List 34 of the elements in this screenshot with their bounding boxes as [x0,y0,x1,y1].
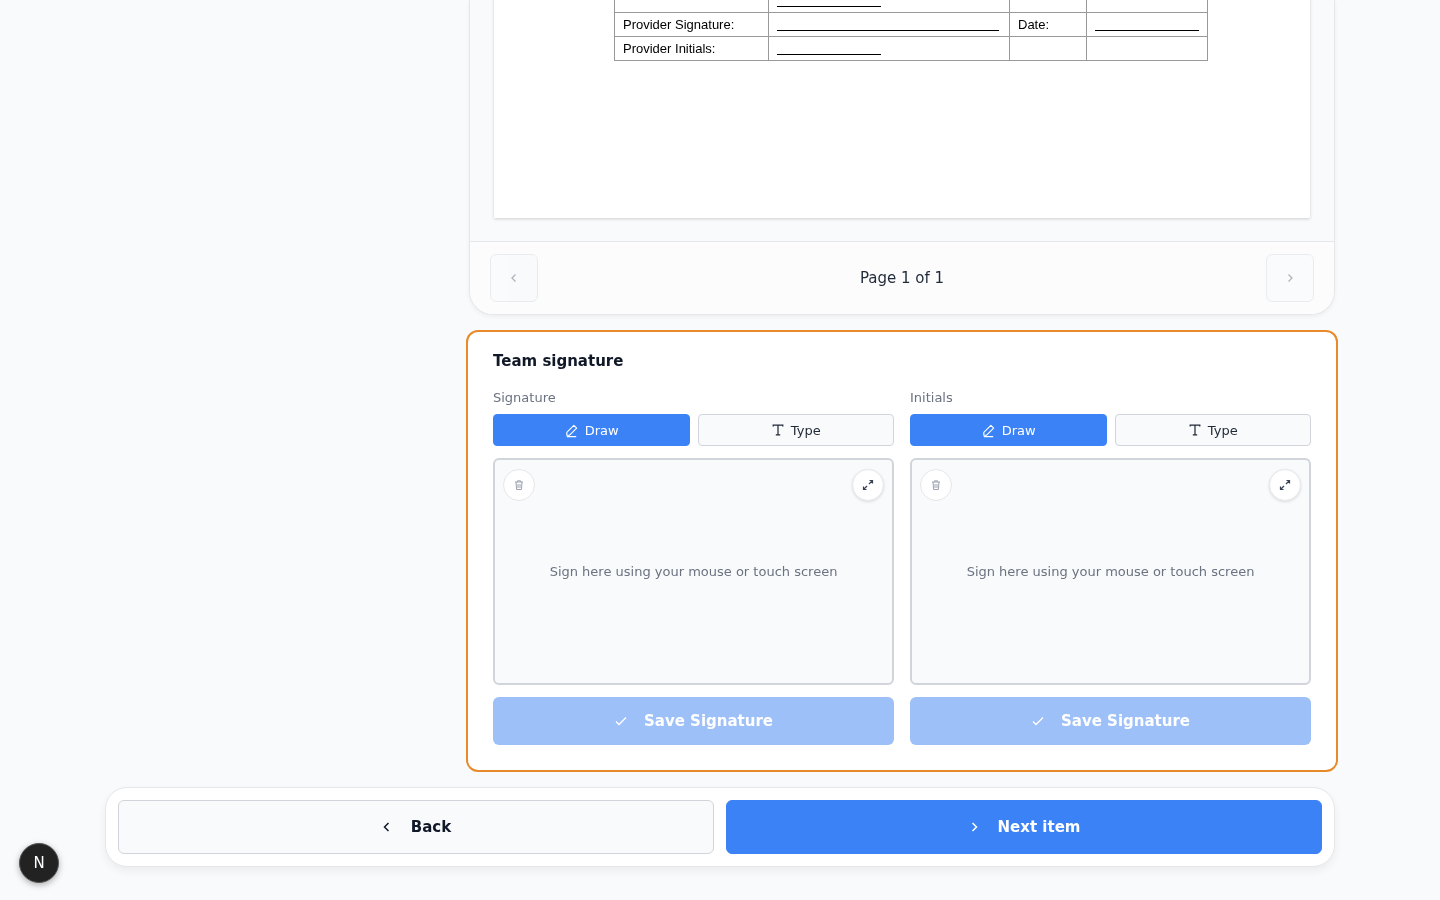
trash-icon [513,479,525,491]
field-label: Provider Signature: [623,17,735,32]
field-label: Provider Initials: [623,41,716,56]
clear-button[interactable] [920,469,952,501]
section-title: Team signature [493,352,625,370]
mode-tab[interactable]: Type [697,414,894,446]
text-icon [1187,423,1202,437]
check-icon [614,714,628,728]
signature-hint: Sign here using your mouse or touch screen [966,564,1255,579]
mode-tab[interactable]: Type [1114,414,1311,446]
signature-pad[interactable]: Sign here using your mouse or touch screen [493,458,894,685]
chevron-left-icon [509,273,519,283]
expand-button[interactable] [852,469,884,501]
trash-icon [930,479,942,491]
signature-pad[interactable]: Sign here using your mouse or touch screen [910,458,1311,685]
page-indicator: Page 1 of 1 [859,269,945,287]
next-item-button[interactable]: Next item [726,800,1322,854]
field-label: Initials [910,390,954,405]
chevron-right-icon [1285,273,1295,283]
back-button[interactable]: Back [118,800,714,854]
mode-tab[interactable]: Draw [910,414,1107,446]
check-icon [1031,714,1045,728]
dev-tools-badge[interactable]: N [19,843,59,883]
pencil-icon [980,422,996,438]
expand-button[interactable] [1269,469,1301,501]
clear-button[interactable] [503,469,535,501]
field-label: Signature [493,390,557,405]
signature-hint: Sign here using your mouse or touch screen [549,564,838,579]
expand-icon [862,479,874,491]
text-icon [770,423,785,437]
mode-tab[interactable]: Draw [493,414,690,446]
expand-icon [1279,479,1291,491]
pencil-icon [563,422,579,438]
field-label: Date: [1018,17,1050,32]
